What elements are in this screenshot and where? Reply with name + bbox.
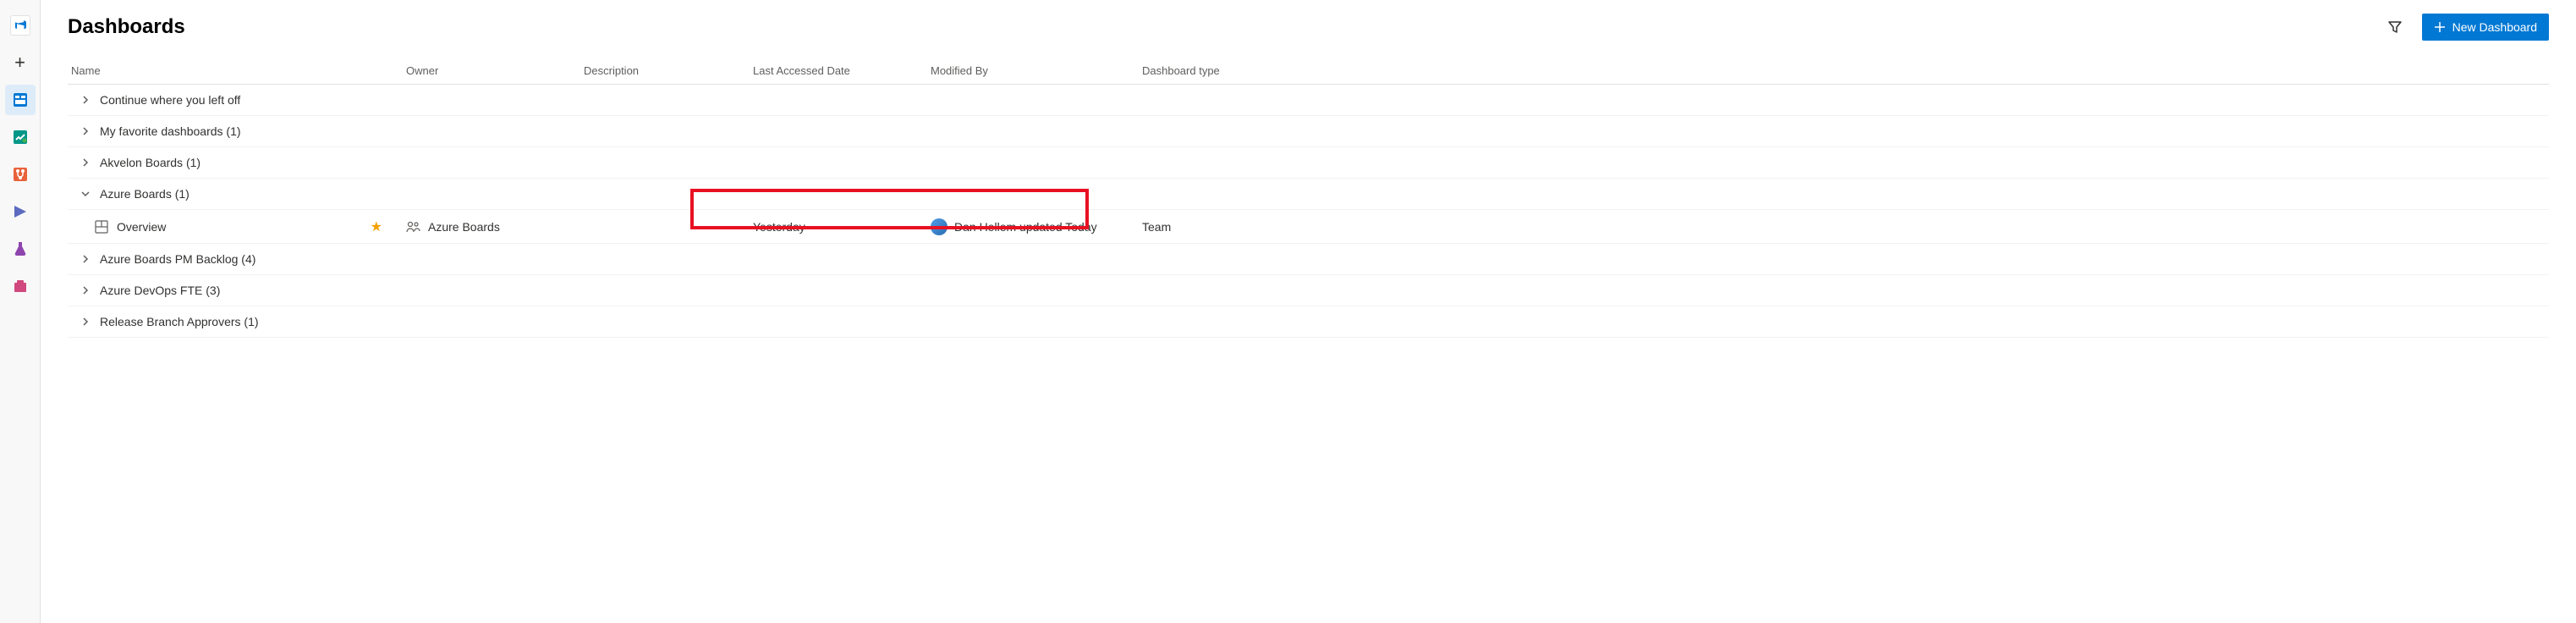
- nav-boards[interactable]: [5, 122, 36, 152]
- nav-new[interactable]: +: [5, 47, 36, 78]
- group-release-branch-approvers[interactable]: Release Branch Approvers (1): [68, 306, 2549, 338]
- repos-icon: [12, 166, 29, 183]
- chevron-right-icon: [80, 157, 91, 168]
- nav-project-home[interactable]: [5, 10, 36, 41]
- modified-by-text: Dan Hellem updated Today: [954, 220, 1097, 234]
- test-plans-icon: [12, 240, 29, 257]
- chevron-right-icon: [80, 125, 91, 137]
- group-favorites[interactable]: My favorite dashboards (1): [68, 116, 2549, 147]
- main-content: Dashboards New Dashboard Name Owner Desc…: [41, 0, 2576, 623]
- group-continue[interactable]: Continue where you left off: [68, 85, 2549, 116]
- dashboard-name: Overview: [117, 220, 371, 234]
- chevron-right-icon: [80, 253, 91, 265]
- group-label: Azure DevOps FTE (3): [100, 284, 220, 297]
- col-header-last-accessed[interactable]: Last Accessed Date: [753, 64, 931, 77]
- table-header-row: Name Owner Description Last Accessed Dat…: [68, 64, 2549, 85]
- dashboard-type-cell: Team: [1142, 220, 2549, 234]
- group-label: Continue where you left off: [100, 93, 240, 107]
- dashboards-table: Name Owner Description Last Accessed Dat…: [68, 64, 2549, 338]
- last-accessed-cell: Yesterday: [753, 220, 931, 234]
- dashboard-item-icon: [95, 220, 108, 234]
- new-dashboard-label: New Dashboard: [2452, 20, 2537, 34]
- group-label: Akvelon Boards (1): [100, 156, 200, 169]
- boards-icon: [12, 129, 29, 146]
- nav-overview[interactable]: [5, 85, 36, 115]
- page-header: Dashboards New Dashboard: [68, 14, 2549, 41]
- left-nav-sidebar: +: [0, 0, 41, 623]
- owner-name: Azure Boards: [428, 220, 500, 234]
- col-header-owner[interactable]: Owner: [406, 64, 584, 77]
- team-icon: [406, 221, 421, 233]
- chevron-right-icon: [80, 94, 91, 106]
- group-label: Azure Boards PM Backlog (4): [100, 252, 255, 266]
- chevron-right-icon: [80, 284, 91, 296]
- nav-pipelines[interactable]: [5, 196, 36, 227]
- pipelines-icon: [12, 203, 29, 220]
- modifier-avatar: [931, 218, 947, 235]
- filter-button[interactable]: [2381, 14, 2408, 41]
- group-azure-boards[interactable]: Azure Boards (1): [68, 179, 2549, 210]
- group-akvelon-boards[interactable]: Akvelon Boards (1): [68, 147, 2549, 179]
- plus-icon: [2434, 21, 2446, 33]
- group-azure-boards-pm-backlog[interactable]: Azure Boards PM Backlog (4): [68, 244, 2549, 275]
- group-azure-devops-fte[interactable]: Azure DevOps FTE (3): [68, 275, 2549, 306]
- nav-repos[interactable]: [5, 159, 36, 190]
- page-title: Dashboards: [68, 15, 185, 39]
- group-label: Azure Boards (1): [100, 187, 189, 201]
- nav-test-plans[interactable]: [5, 234, 36, 264]
- chevron-down-icon: [80, 188, 91, 200]
- col-header-modified-by[interactable]: Modified By: [931, 64, 1142, 77]
- dashboard-icon: [12, 91, 29, 108]
- header-actions: New Dashboard: [2381, 14, 2549, 41]
- plus-icon: +: [14, 52, 25, 74]
- azure-devops-icon: [14, 19, 27, 32]
- col-header-name[interactable]: Name: [68, 64, 406, 77]
- favorite-star-icon[interactable]: ★: [371, 218, 382, 235]
- group-label: Release Branch Approvers (1): [100, 315, 259, 328]
- chevron-right-icon: [80, 316, 91, 328]
- col-header-dashboard-type[interactable]: Dashboard type: [1142, 64, 2549, 77]
- new-dashboard-button[interactable]: New Dashboard: [2422, 14, 2549, 41]
- group-label: My favorite dashboards (1): [100, 124, 241, 138]
- col-header-description[interactable]: Description: [584, 64, 753, 77]
- filter-icon: [2387, 19, 2403, 35]
- artifacts-icon: [12, 278, 29, 295]
- nav-artifacts[interactable]: [5, 271, 36, 301]
- dashboard-row-overview[interactable]: Overview ★ Azure Boards Yesterday Dan He…: [68, 210, 2549, 244]
